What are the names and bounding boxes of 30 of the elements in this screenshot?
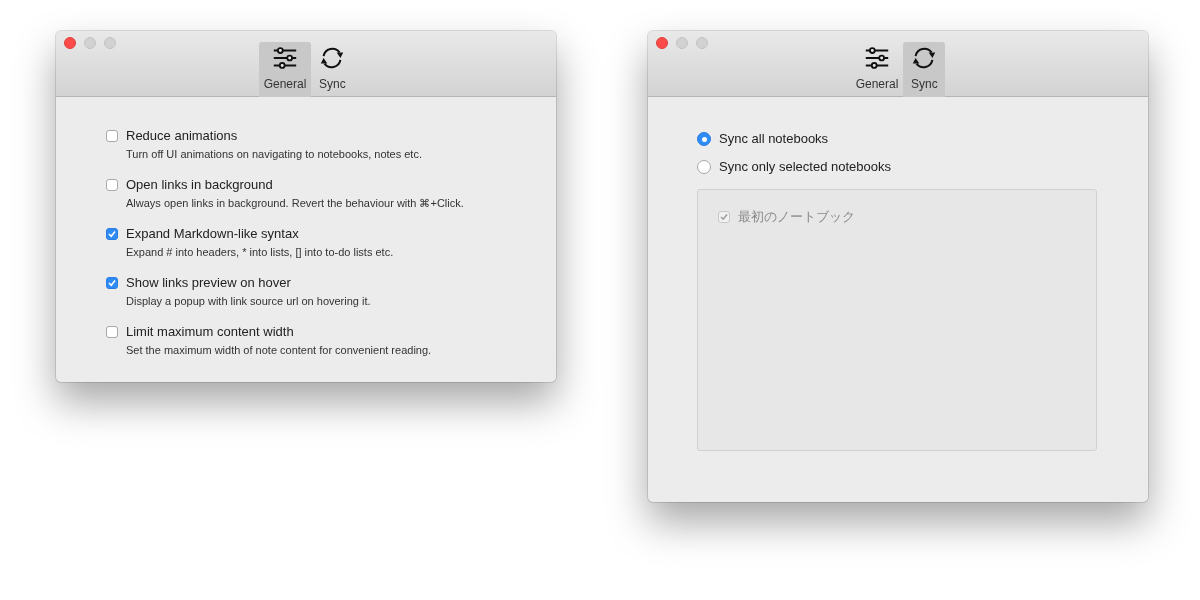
minimize-button[interactable] (84, 37, 96, 49)
option-label: Expand Markdown-like syntax (126, 225, 300, 243)
option-description: Expand # into headers, * into lists, [] into to-do lists etc. (126, 245, 394, 260)
checkbox[interactable] (106, 130, 118, 142)
close-button[interactable] (64, 37, 76, 49)
checkbox[interactable] (106, 326, 118, 338)
option-description: Always open links in background. Revert the behaviour with ⌘+Click. (126, 196, 464, 211)
radio-button[interactable] (697, 132, 711, 146)
radio-button[interactable] (697, 160, 711, 174)
option-label: Limit maximum content width (126, 323, 295, 341)
option-description: Set the maximum width of note content for convenient reading. (126, 343, 432, 358)
radio-label: Sync all notebooks (719, 130, 829, 148)
toolbar-tab[interactable]: General (258, 42, 312, 97)
checkbox[interactable] (106, 277, 118, 289)
option-description: Turn off UI animations on navigating to notebooks, notes etc. (126, 147, 422, 162)
option-label: Open links in background (126, 176, 274, 194)
toolbar-tab[interactable]: General (850, 42, 904, 97)
toolbar-tab[interactable]: Sync (311, 42, 354, 97)
radio-label: Sync only selected notebooks (719, 158, 891, 176)
option-label: Reduce animations (126, 127, 239, 145)
zoom-button[interactable] (104, 37, 116, 49)
minimize-button[interactable] (676, 37, 688, 49)
close-button[interactable] (656, 37, 668, 49)
checkbox[interactable] (106, 179, 118, 191)
toolbar-tab[interactable]: Sync (903, 42, 946, 97)
zoom-button[interactable] (696, 37, 708, 49)
option-description: Display a popup with link source url on hovering it. (126, 294, 371, 309)
checkbox[interactable] (106, 228, 118, 240)
option-label: Show links preview on hover (126, 274, 292, 292)
notebook-label: 最初のノートブック (738, 208, 855, 226)
